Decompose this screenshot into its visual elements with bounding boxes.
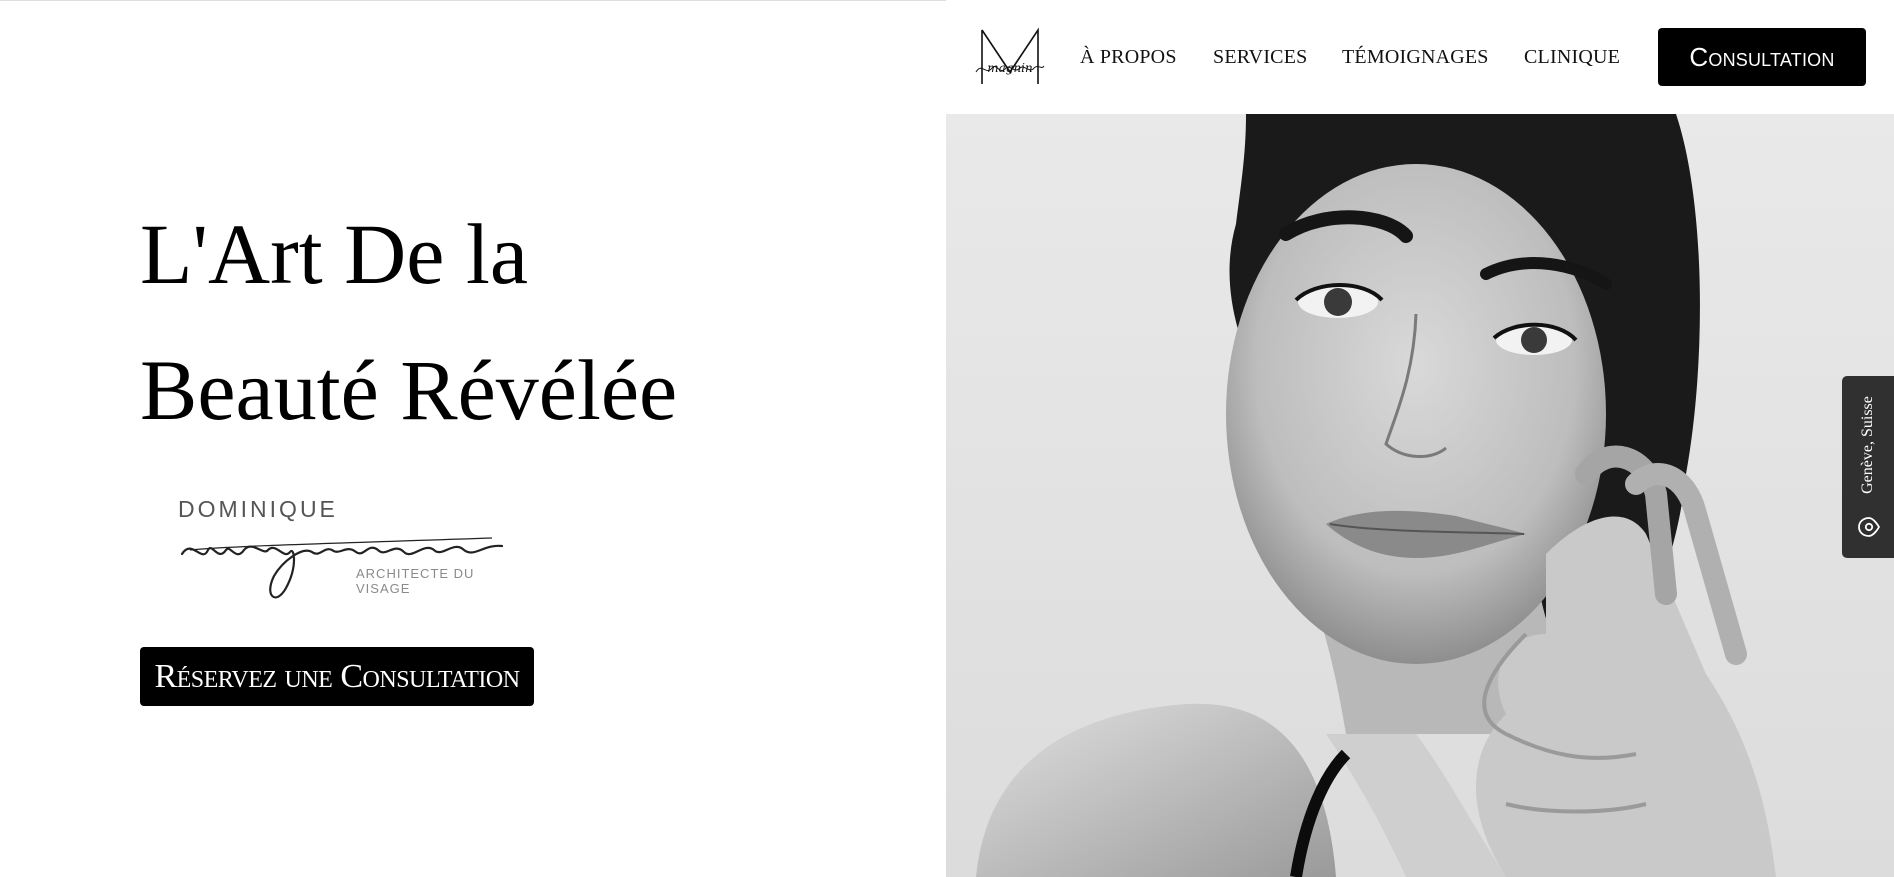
nav-item-clinique[interactable]: CLINIQUE [1524,46,1620,69]
consultation-button[interactable]: Consultation [1658,28,1866,86]
signature-subtitle: ARCHITECTE DU VISAGE [356,566,475,596]
site-header: magnin À PROPOS SERVICES TÉMOIGNAGES CLI… [946,0,1894,114]
location-pin-icon [1858,517,1881,537]
headline-line-1: L'Art De la [140,206,529,302]
location-label-wrap: Genève, Suisse [1858,386,1878,504]
reserve-consultation-button[interactable]: Réservez une Consultation [140,647,534,706]
svg-text:magnin: magnin [987,61,1033,75]
hero-portrait-image [946,114,1894,877]
location-label: Genève, Suisse [1859,396,1877,494]
headline-line-2: Beauté Révélée [140,342,678,438]
location-tab[interactable]: Genève, Suisse [1842,376,1894,558]
reserve-button-label: Réservez une Consultation [154,657,520,695]
logo-m-icon: magnin [975,27,1045,84]
hero-headline: L'Art De la Beauté Révélée [140,186,677,458]
consultation-button-label: Consultation [1689,41,1835,72]
nav-item-services[interactable]: SERVICES [1213,46,1307,69]
nav-item-temoignages[interactable]: TÉMOIGNAGES [1342,46,1489,69]
brand-logo[interactable]: magnin [974,24,1046,90]
portrait-illustration [976,114,1776,877]
nav-item-a-propos[interactable]: À PROPOS [1080,46,1177,69]
signature-logo: DOMINIQUE ARCHITECTE DU VISAGE [172,496,532,606]
